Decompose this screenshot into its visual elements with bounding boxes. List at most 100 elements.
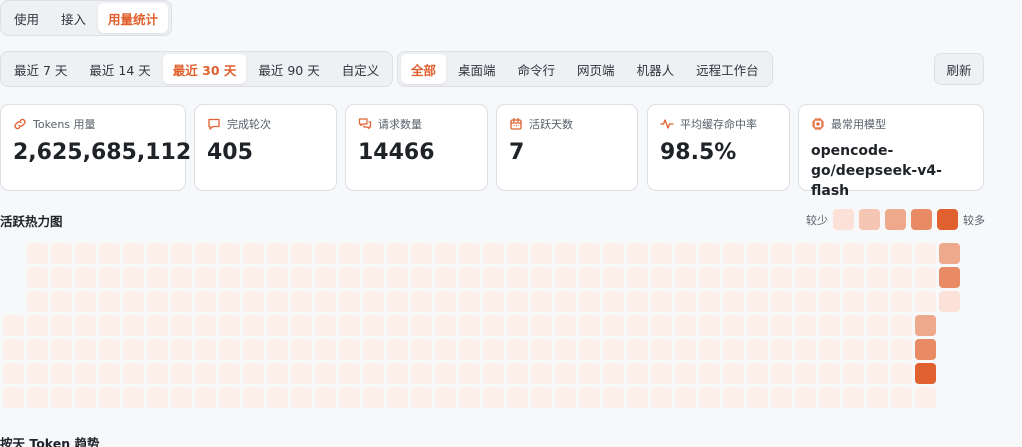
heatmap-cell[interactable] [531, 243, 552, 264]
heatmap-cell[interactable] [627, 387, 648, 408]
heatmap-cell[interactable] [435, 267, 456, 288]
heatmap-cell[interactable] [867, 291, 888, 312]
heatmap-cell[interactable] [99, 339, 120, 360]
heatmap-cell[interactable] [675, 315, 696, 336]
heatmap-cell[interactable] [771, 339, 792, 360]
heatmap-cell[interactable] [675, 267, 696, 288]
client-option-2[interactable]: 命令行 [508, 54, 566, 84]
heatmap-cell[interactable] [267, 363, 288, 384]
heatmap-cell[interactable] [411, 267, 432, 288]
heatmap-cell[interactable] [579, 339, 600, 360]
heatmap-cell[interactable] [435, 243, 456, 264]
heatmap-cell[interactable] [99, 387, 120, 408]
heatmap-cell[interactable] [483, 291, 504, 312]
heatmap-cell[interactable] [339, 291, 360, 312]
heatmap-cell[interactable] [627, 267, 648, 288]
heatmap-cell[interactable] [531, 387, 552, 408]
heatmap-cell[interactable] [339, 315, 360, 336]
heatmap-cell[interactable] [843, 339, 864, 360]
heatmap-cell[interactable] [27, 387, 48, 408]
heatmap-cell[interactable] [291, 267, 312, 288]
heatmap-cell[interactable] [123, 363, 144, 384]
heatmap-cell[interactable] [291, 387, 312, 408]
heatmap-cell[interactable] [459, 387, 480, 408]
heatmap-cell[interactable] [651, 267, 672, 288]
heatmap-cell[interactable] [435, 291, 456, 312]
heatmap-cell[interactable] [75, 243, 96, 264]
heatmap-cell[interactable] [915, 291, 936, 312]
heatmap-cell[interactable] [795, 291, 816, 312]
heatmap-cell[interactable] [51, 339, 72, 360]
heatmap-cell[interactable] [195, 363, 216, 384]
heatmap-cell[interactable] [27, 267, 48, 288]
heatmap-cell[interactable] [771, 387, 792, 408]
heatmap-cell[interactable] [459, 291, 480, 312]
heatmap-cell[interactable] [507, 363, 528, 384]
heatmap-cell[interactable] [27, 363, 48, 384]
heatmap-cell[interactable] [339, 363, 360, 384]
heatmap-cell[interactable] [339, 339, 360, 360]
heatmap-cell[interactable] [195, 243, 216, 264]
heatmap-cell[interactable] [267, 387, 288, 408]
heatmap-cell[interactable] [315, 243, 336, 264]
heatmap-cell[interactable] [99, 363, 120, 384]
heatmap-cell[interactable] [219, 291, 240, 312]
heatmap-cell[interactable] [915, 243, 936, 264]
heatmap-cell[interactable] [747, 267, 768, 288]
heatmap-cell[interactable] [699, 315, 720, 336]
heatmap-cell[interactable] [819, 315, 840, 336]
heatmap-cell[interactable] [795, 315, 816, 336]
heatmap-cell[interactable] [411, 243, 432, 264]
heatmap-cell[interactable] [507, 387, 528, 408]
heatmap-cell[interactable] [387, 387, 408, 408]
heatmap-cell[interactable] [459, 267, 480, 288]
heatmap-cell[interactable] [699, 267, 720, 288]
heatmap-cell[interactable] [723, 363, 744, 384]
heatmap-cell[interactable] [579, 267, 600, 288]
heatmap-cell[interactable] [651, 339, 672, 360]
heatmap-cell[interactable] [387, 315, 408, 336]
heatmap-cell[interactable] [867, 339, 888, 360]
client-option-4[interactable]: 机器人 [627, 54, 685, 84]
heatmap-cell[interactable] [291, 363, 312, 384]
heatmap-cell[interactable] [147, 387, 168, 408]
heatmap-cell[interactable] [51, 387, 72, 408]
heatmap-cell[interactable] [27, 315, 48, 336]
heatmap-cell[interactable] [627, 291, 648, 312]
heatmap-cell[interactable] [771, 315, 792, 336]
heatmap-cell[interactable] [939, 267, 960, 288]
heatmap-cell[interactable] [243, 291, 264, 312]
heatmap-cell[interactable] [51, 267, 72, 288]
heatmap-cell[interactable] [267, 339, 288, 360]
heatmap-cell[interactable] [195, 267, 216, 288]
heatmap-cell[interactable] [243, 315, 264, 336]
tab-0[interactable]: 使用 [4, 3, 49, 33]
heatmap-cell[interactable] [363, 387, 384, 408]
heatmap-cell[interactable] [483, 267, 504, 288]
heatmap-cell[interactable] [219, 339, 240, 360]
heatmap-cell[interactable] [603, 291, 624, 312]
heatmap-cell[interactable] [267, 243, 288, 264]
client-option-1[interactable]: 桌面端 [448, 54, 506, 84]
heatmap-cell[interactable] [603, 267, 624, 288]
heatmap-cell[interactable] [507, 267, 528, 288]
heatmap-cell[interactable] [579, 243, 600, 264]
heatmap-cell[interactable] [123, 243, 144, 264]
heatmap-cell[interactable] [819, 339, 840, 360]
heatmap-cell[interactable] [3, 339, 24, 360]
heatmap-cell[interactable] [939, 291, 960, 312]
heatmap-cell[interactable] [147, 363, 168, 384]
heatmap-cell[interactable] [627, 339, 648, 360]
heatmap-cell[interactable] [219, 315, 240, 336]
heatmap-cell[interactable] [867, 267, 888, 288]
heatmap-cell[interactable] [507, 243, 528, 264]
heatmap-cell[interactable] [411, 339, 432, 360]
heatmap-cell[interactable] [771, 267, 792, 288]
heatmap-cell[interactable] [555, 243, 576, 264]
heatmap-cell[interactable] [171, 363, 192, 384]
heatmap-cell[interactable] [891, 387, 912, 408]
heatmap-cell[interactable] [651, 243, 672, 264]
heatmap-cell[interactable] [651, 315, 672, 336]
heatmap-cell[interactable] [675, 363, 696, 384]
heatmap-cell[interactable] [699, 387, 720, 408]
